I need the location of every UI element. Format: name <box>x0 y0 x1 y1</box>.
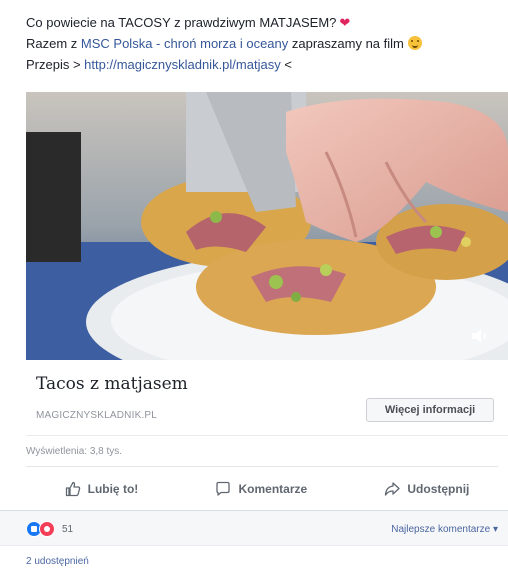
post-text-segment: Razem z <box>26 36 81 51</box>
comment-label: Komentarze <box>238 482 308 496</box>
share-arrow-icon <box>385 482 401 496</box>
msc-polska-page-link[interactable]: MSC Polska - chroń morza i oceany <box>81 36 288 51</box>
divider <box>0 545 508 546</box>
link-preview-domain: MAGICZNYSKLADNIK.PL <box>36 410 158 421</box>
post-actions-bar: Lubię to! Komentarze Udostępnij <box>26 474 508 504</box>
comment-button[interactable]: Komentarze <box>215 481 307 497</box>
reaction-count: 51 <box>62 523 74 535</box>
share-button[interactable]: Udostępnij <box>384 481 469 497</box>
video-player[interactable] <box>26 92 508 360</box>
post-headline: Co powiecie na TACOSY z prawdziwym MATJA… <box>26 15 337 30</box>
smiling-face-icon <box>407 36 422 50</box>
volume-icon[interactable] <box>470 326 492 346</box>
video-frame <box>26 92 508 360</box>
divider <box>26 466 498 467</box>
speech-bubble-icon <box>216 481 231 496</box>
thumbs-up-icon <box>65 481 80 497</box>
facebook-post-card: Co powiecie na TACOSY z prawdziwym MATJA… <box>0 0 508 583</box>
post-text-line-3: Przepis > http://magicznyskladnik.pl/mat… <box>26 54 496 75</box>
post-text-segment: zapraszamy na film <box>288 36 404 51</box>
share-label: Udostępnij <box>407 482 470 496</box>
post-text-segment: < <box>280 57 292 72</box>
more-info-button[interactable]: Więcej informacji <box>366 398 494 422</box>
comment-sort-dropdown[interactable]: Najlepsze komentarze ▾ <box>391 524 498 535</box>
link-preview-card[interactable]: Tacos z matjasem MAGICZNYSKLADNIK.PL Wię… <box>26 360 508 436</box>
post-text-line-2: Razem z MSC Polska - chroń morza i ocean… <box>26 33 496 54</box>
heart-icon: ❤ <box>339 15 351 30</box>
like-button[interactable]: Lubię to! <box>65 481 139 497</box>
view-count: Wyświetlenia: 3,8 tys. <box>26 446 123 457</box>
love-reaction-icon <box>39 521 55 537</box>
reactions-summary[interactable]: 51 <box>26 521 73 537</box>
link-preview-title[interactable]: Tacos z matjasem <box>36 374 188 394</box>
recipe-url-link[interactable]: http://magicznyskladnik.pl/matjasy <box>84 57 281 72</box>
post-text-segment: Przepis > <box>26 57 85 72</box>
reaction-icons <box>26 521 58 537</box>
shares-count-link[interactable]: 2 udostępnień <box>26 556 89 567</box>
like-label: Lubię to! <box>87 482 139 496</box>
post-text: Co powiecie na TACOSY z prawdziwym MATJA… <box>26 12 496 75</box>
reactions-bar: 51 Najlepsze komentarze ▾ <box>0 511 508 545</box>
post-text-line-1: Co powiecie na TACOSY z prawdziwym MATJA… <box>26 12 496 33</box>
